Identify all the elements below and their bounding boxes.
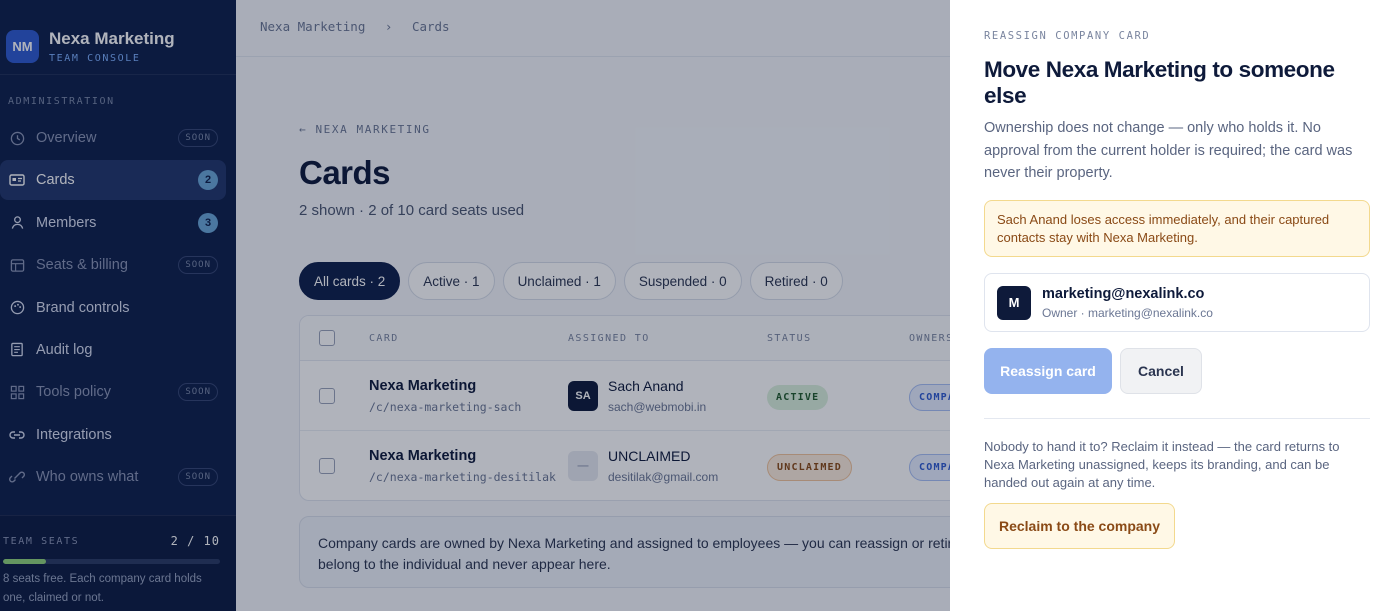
reassign-card-button[interactable]: Reassign card <box>984 348 1112 394</box>
reclaim-description: Nobody to hand it to? Reclaim it instead… <box>984 439 1340 490</box>
avatar: M <box>997 285 1031 320</box>
modal-backdrop[interactable] <box>0 0 950 611</box>
cancel-button[interactable]: Cancel <box>1120 348 1202 394</box>
reassign-drawer: REASSIGN COMPANY CARD Move Nexa Marketin… <box>950 0 1400 611</box>
target-email: marketing@nexalink.co <box>1042 285 1205 302</box>
drawer-title: Move Nexa Marketing to someone else <box>984 57 1335 108</box>
divider <box>984 418 1370 419</box>
drawer-description: Ownership does not change — only who hol… <box>984 120 1353 181</box>
reassign-target[interactable]: M marketing@nexalink.co Owner · marketin… <box>984 273 1370 332</box>
warning-callout: Sach Anand loses access immediately, and… <box>984 200 1370 257</box>
drawer-eyebrow: REASSIGN COMPANY CARD <box>984 30 1151 42</box>
reclaim-button[interactable]: Reclaim to the company <box>984 503 1175 549</box>
target-role: Owner · marketing@nexalink.co <box>1042 305 1213 320</box>
